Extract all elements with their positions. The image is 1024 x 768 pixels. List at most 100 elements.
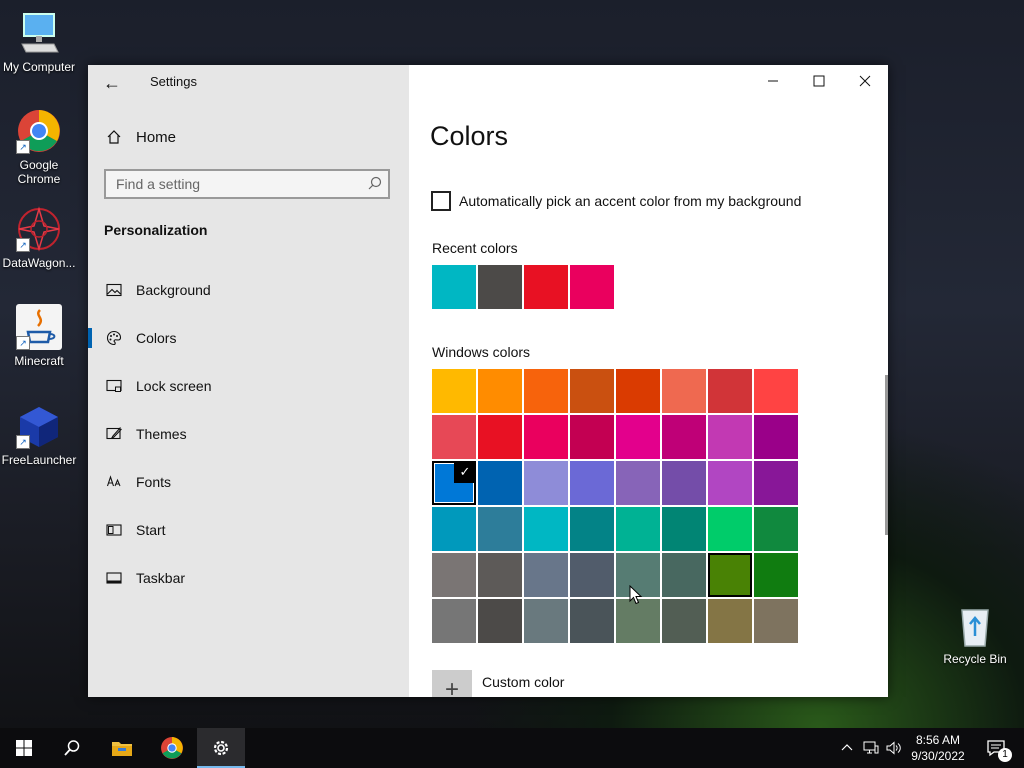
windows-color-swatch[interactable] — [570, 599, 614, 643]
sidebar-item-label: Background — [136, 282, 211, 298]
taskbar-settings[interactable] — [197, 728, 245, 768]
desktop-icon-freelauncher[interactable]: ↗ FreeLauncher — [1, 403, 77, 467]
desktop-icon-google-chrome[interactable]: ↗ Google Chrome — [1, 108, 77, 186]
windows-color-swatch[interactable] — [662, 369, 706, 413]
windows-color-swatch[interactable] — [662, 415, 706, 459]
windows-color-swatch[interactable] — [662, 507, 706, 551]
app-title: Settings — [150, 74, 197, 89]
windows-color-swatch[interactable] — [754, 553, 798, 597]
windows-color-swatch[interactable] — [662, 553, 706, 597]
palette-icon — [104, 328, 124, 348]
recent-color-swatch[interactable] — [570, 265, 614, 309]
home-label: Home — [136, 128, 177, 146]
windows-color-swatch[interactable] — [662, 461, 706, 505]
home-button[interactable]: Home — [104, 127, 176, 147]
windows-color-swatch[interactable]: ✓ — [432, 461, 476, 505]
taskbar-clock[interactable]: 8:56 AM 9/30/2022 — [905, 732, 971, 764]
sidebar-item-label: Fonts — [136, 474, 172, 490]
taskbar-chrome[interactable] — [148, 728, 196, 768]
desktop-icon-minecraft[interactable]: ↗ Minecraft — [1, 304, 77, 368]
back-button[interactable]: ← — [96, 67, 128, 99]
windows-color-swatch[interactable] — [524, 369, 568, 413]
windows-color-swatch[interactable] — [570, 507, 614, 551]
sidebar-item-fonts[interactable]: Fonts — [88, 462, 409, 502]
windows-color-swatch[interactable] — [478, 507, 522, 551]
computer-icon — [16, 10, 62, 56]
sidebar-item-label: Lock screen — [136, 378, 212, 394]
start-button[interactable] — [0, 728, 48, 768]
windows-color-swatch[interactable] — [708, 461, 752, 505]
windows-color-swatch[interactable] — [616, 461, 660, 505]
sidebar-item-taskbar[interactable]: Taskbar — [88, 558, 409, 598]
auto-accent-checkbox[interactable] — [431, 191, 451, 211]
network-button[interactable] — [860, 728, 882, 768]
windows-color-swatch[interactable] — [754, 369, 798, 413]
desktop-icon-my-computer[interactable]: My Computer — [1, 10, 77, 74]
windows-color-swatch[interactable] — [432, 507, 476, 551]
windows-color-swatch[interactable] — [708, 507, 752, 551]
windows-color-swatch[interactable] — [570, 369, 614, 413]
recent-colors-label: Recent colors — [432, 240, 518, 256]
windows-color-swatch[interactable] — [754, 599, 798, 643]
windows-color-swatch[interactable] — [708, 553, 752, 597]
minimize-button[interactable] — [750, 65, 796, 97]
windows-color-swatch[interactable] — [432, 599, 476, 643]
windows-color-swatch[interactable] — [524, 507, 568, 551]
windows-color-swatch[interactable] — [616, 415, 660, 459]
custom-color-button[interactable]: + Custom color — [432, 670, 564, 697]
close-button[interactable] — [842, 65, 888, 97]
windows-color-swatch[interactable] — [662, 599, 706, 643]
volume-button[interactable] — [883, 728, 905, 768]
windows-color-swatch[interactable] — [754, 461, 798, 505]
windows-color-swatch[interactable] — [708, 415, 752, 459]
recent-color-swatch[interactable] — [478, 265, 522, 309]
windows-color-swatch[interactable] — [708, 369, 752, 413]
windows-color-swatch[interactable] — [478, 369, 522, 413]
sidebar-item-themes[interactable]: Themes — [88, 414, 409, 454]
windows-color-swatch[interactable] — [432, 415, 476, 459]
show-hidden-icons-button[interactable] — [836, 728, 858, 768]
recent-color-swatch[interactable] — [432, 265, 476, 309]
sidebar-item-lock-screen[interactable]: Lock screen — [88, 366, 409, 406]
maximize-button[interactable] — [796, 65, 842, 97]
windows-color-swatch[interactable] — [708, 599, 752, 643]
action-center-button[interactable]: 1 — [976, 728, 1016, 768]
desktop-icon-recycle-bin[interactable]: Recycle Bin — [937, 602, 1013, 666]
taskbar-search-button[interactable] — [48, 728, 96, 768]
sidebar-item-colors[interactable]: Colors — [88, 318, 409, 358]
notification-count-badge: 1 — [998, 748, 1012, 762]
desktop-icon-datawagon[interactable]: ↗ DataWagon... — [1, 206, 77, 270]
sidebar-item-label: Taskbar — [136, 570, 186, 586]
windows-color-swatch[interactable] — [570, 415, 614, 459]
windows-color-swatch[interactable] — [478, 553, 522, 597]
content-pane: Colors Automatically pick an accent colo… — [409, 65, 888, 697]
windows-color-swatch[interactable] — [478, 461, 522, 505]
scrollbar[interactable] — [885, 375, 888, 535]
windows-color-swatch[interactable] — [524, 415, 568, 459]
sidebar-item-start[interactable]: Start — [88, 510, 409, 550]
windows-color-swatch[interactable] — [754, 415, 798, 459]
windows-color-swatch[interactable] — [432, 369, 476, 413]
windows-color-swatch[interactable] — [478, 599, 522, 643]
auto-accent-option[interactable]: Automatically pick an accent color from … — [431, 191, 801, 211]
windows-color-swatch[interactable] — [570, 461, 614, 505]
clock-date: 9/30/2022 — [911, 749, 965, 763]
windows-color-swatch[interactable] — [754, 507, 798, 551]
windows-color-swatch[interactable] — [616, 507, 660, 551]
windows-color-swatch[interactable] — [524, 599, 568, 643]
windows-color-swatch[interactable] — [432, 553, 476, 597]
search-icon[interactable] — [368, 176, 382, 195]
taskbar-file-explorer[interactable] — [98, 728, 146, 768]
search-input[interactable] — [106, 171, 356, 197]
recent-color-swatch[interactable] — [524, 265, 568, 309]
windows-color-swatch[interactable] — [616, 599, 660, 643]
recent-colors-grid — [432, 265, 614, 309]
sidebar-item-background[interactable]: Background — [88, 270, 409, 310]
windows-color-swatch[interactable] — [524, 461, 568, 505]
windows-color-swatch[interactable] — [616, 369, 660, 413]
windows-color-swatch[interactable] — [478, 415, 522, 459]
settings-window: ← Settings Home Personalization Backgrou… — [88, 65, 888, 697]
windows-color-swatch[interactable] — [570, 553, 614, 597]
windows-color-swatch[interactable] — [524, 553, 568, 597]
recycle-bin-icon — [952, 602, 998, 648]
